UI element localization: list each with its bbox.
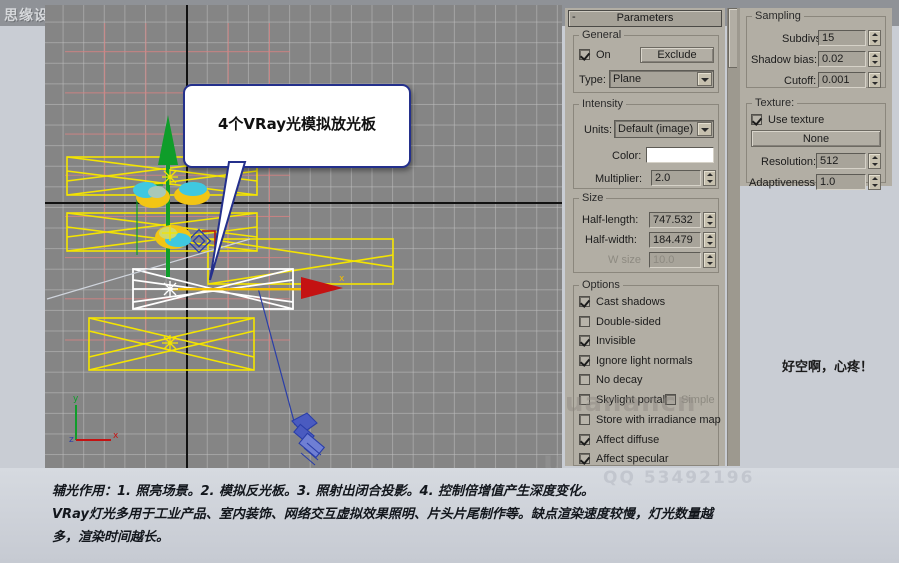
type-combobox[interactable]: Plane: [609, 70, 714, 88]
resolution-label: Resolution:: [761, 156, 817, 168]
half-length-field[interactable]: 747.532: [649, 212, 701, 228]
option-label-affect-specular: Affect specular: [596, 453, 669, 465]
use-texture-checkbox[interactable]: [751, 114, 762, 125]
group-sampling-label: Sampling: [752, 11, 804, 22]
group-size-label: Size: [579, 193, 607, 204]
cutoff-field[interactable]: 0.001: [818, 72, 866, 88]
option-checkbox-double-sided[interactable]: [579, 316, 590, 327]
option-label-no-decay: No decay: [596, 374, 643, 386]
units-combobox[interactable]: Default (image): [614, 120, 714, 138]
option-label-skylight-portal: Skylight portal: [596, 394, 666, 406]
on-checkbox[interactable]: [579, 49, 590, 60]
half-width-field[interactable]: 184.479: [649, 232, 701, 248]
viewport-front[interactable]: x y z x u: [45, 5, 562, 468]
w-size-label: W size: [608, 254, 641, 266]
viewport-grid-highlight: [65, 23, 290, 360]
multiplier-spinner[interactable]: [703, 170, 716, 186]
multiplier-label: Multiplier:: [595, 173, 643, 185]
units-value: Default (image): [618, 123, 694, 135]
chevron-down-icon[interactable]: [697, 122, 712, 136]
group-options-label: Options: [579, 280, 623, 291]
cutoff-spinner[interactable]: [868, 72, 881, 88]
option-checkbox-store-with-irradiance-map[interactable]: [579, 414, 590, 425]
option-label-simple: Simple: [681, 394, 715, 406]
rollout-collapse-icon[interactable]: -: [572, 11, 576, 24]
chevron-down-icon[interactable]: [697, 72, 712, 86]
color-swatch[interactable]: [646, 147, 714, 163]
shadow-bias-field[interactable]: 0.02: [818, 51, 866, 67]
half-width-label: Half-width:: [585, 234, 637, 246]
use-texture-label: Use texture: [768, 114, 825, 126]
type-value: Plane: [613, 73, 642, 85]
option-checkbox-ignore-light-normals[interactable]: [579, 355, 590, 366]
screenshot-root: 思缘设计论坛 WWW.MISSYUAN.COM: [0, 0, 899, 563]
option-label-cast-shadows: Cast shadows: [596, 296, 666, 308]
half-length-spinner[interactable]: [703, 212, 716, 228]
color-label: Color:: [612, 150, 642, 162]
option-label-store-with-irradiance-map: Store with irradiance map: [596, 414, 721, 426]
rollout-header-parameters[interactable]: Parameters: [568, 10, 722, 27]
multiplier-field[interactable]: 2.0: [651, 170, 701, 186]
subdivs-field[interactable]: 15: [818, 30, 866, 46]
option-label-double-sided: Double-sided: [596, 316, 661, 328]
callout-tail: [209, 161, 247, 281]
caption-line-3: 多，渲染时间越长。: [52, 530, 170, 545]
caption-line-2: VRay灯光多用于工业产品、室内装饰、网络交互虚拟效果照明、片头片尾制作等。缺点…: [52, 507, 713, 522]
units-label: Units:: [584, 124, 613, 136]
exclude-button[interactable]: Exclude: [640, 47, 714, 63]
half-length-label: Half-length:: [582, 214, 639, 226]
option-checkbox-cast-shadows[interactable]: [579, 296, 590, 307]
resolution-spinner[interactable]: [868, 153, 881, 169]
option-checkbox-affect-specular[interactable]: [579, 453, 590, 464]
option-checkbox-affect-diffuse[interactable]: [579, 434, 590, 445]
adaptiveness-field[interactable]: 1.0: [816, 174, 866, 190]
left-margin: [0, 26, 45, 468]
option-label-ignore-light-normals: Ignore light normals: [596, 355, 693, 367]
option-checkbox-invisible[interactable]: [579, 335, 590, 346]
cutoff-label: Cutoff:: [784, 75, 817, 87]
adaptiveness-label: Adaptiveness:: [749, 177, 819, 189]
type-label: Type:: [579, 74, 606, 86]
option-label-affect-diffuse: Affect diffuse: [596, 434, 660, 446]
sampling-panel: Sampling Subdivs: 15 Shadow bias: 0.02 C…: [740, 8, 892, 190]
right-annotation-note: 好空啊，心疼！: [782, 360, 874, 375]
option-label-invisible: Invisible: [596, 335, 636, 347]
command-panel: Parameters - General On Exclude Type: Pl…: [565, 8, 725, 466]
w-size-spinner: [703, 252, 716, 268]
shadow-bias-spinner[interactable]: [868, 51, 881, 67]
group-general-label: General: [579, 30, 625, 41]
option-checkbox-no-decay[interactable]: [579, 374, 590, 385]
annotation-callout-text: 4个VRay光模拟放光板: [217, 115, 377, 133]
group-texture-label: Texture:: [752, 98, 798, 109]
on-label: On: [596, 49, 611, 61]
caption-line-1: 辅光作用：1. 照亮场景。2. 模拟反光板。3. 照射出闭合投影。4. 控制倍增…: [52, 484, 595, 499]
world-axis-horizontal: [45, 202, 562, 204]
qq-watermark: QQ 53492196: [603, 468, 755, 488]
viewport-watermark: uanancn: [543, 445, 562, 468]
adaptiveness-spinner[interactable]: [868, 174, 881, 190]
option-checkbox-simple: [665, 394, 676, 405]
shadow-bias-label: Shadow bias:: [751, 54, 818, 66]
annotation-callout: 4个VRay光模拟放光板: [183, 84, 411, 168]
group-intensity-label: Intensity: [579, 99, 626, 110]
option-checkbox-skylight-portal[interactable]: [579, 394, 590, 405]
rollout-title-label: Parameters: [616, 12, 674, 24]
resolution-field[interactable]: 512: [816, 153, 866, 169]
texture-map-button[interactable]: None: [751, 130, 881, 147]
half-width-spinner[interactable]: [703, 232, 716, 248]
subdivs-spinner[interactable]: [868, 30, 881, 46]
w-size-field: 10.0: [649, 252, 701, 268]
